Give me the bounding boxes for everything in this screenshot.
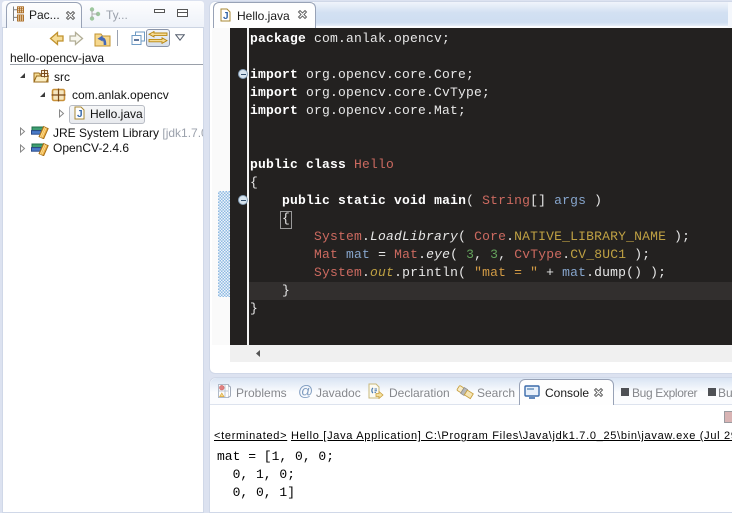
svg-text:J: J [223,11,229,22]
svg-text:J: J [77,109,83,120]
